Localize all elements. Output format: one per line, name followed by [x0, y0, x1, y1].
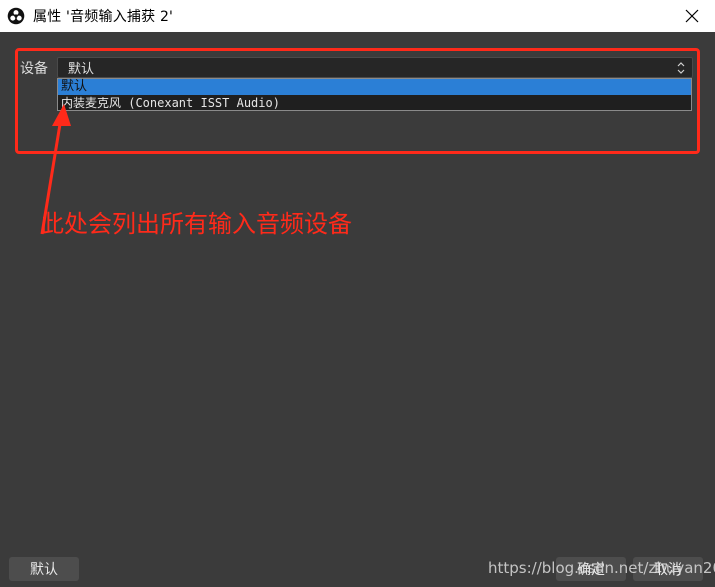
obs-icon — [7, 7, 25, 25]
annotation-text: 此处会列出所有输入音频设备 — [40, 210, 352, 238]
ok-button[interactable]: 确定 — [556, 557, 626, 581]
window-title: 属性 '音频输入捕获 2' — [33, 9, 174, 25]
title-bar: 属性 '音频输入捕获 2' — [0, 0, 715, 32]
cancel-button[interactable]: 取消 — [633, 557, 703, 581]
red-highlight-box — [15, 48, 700, 154]
defaults-button[interactable]: 默认 — [9, 557, 79, 581]
close-icon[interactable] — [669, 0, 715, 32]
properties-panel: 设备 默认 默认 内装麦克风 (Conexant ISST Audio) 此处会… — [0, 32, 715, 587]
